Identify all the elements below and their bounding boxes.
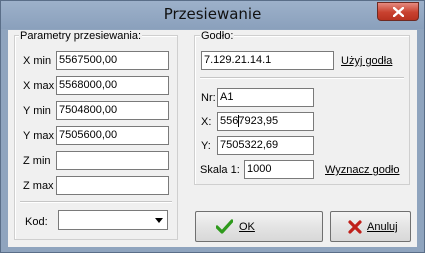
window-title: Przesiewanie: [163, 5, 262, 23]
cancel-button[interactable]: Anuluj: [330, 211, 411, 242]
z-max-label: Z max: [23, 180, 54, 192]
kod-select[interactable]: [58, 210, 168, 230]
close-icon: [393, 7, 404, 17]
cancel-button-label: Anuluj: [367, 221, 398, 233]
checkmark-icon: [216, 219, 233, 234]
text-cursor: [238, 115, 239, 127]
x-max-input[interactable]: 5568000,00: [56, 76, 169, 95]
y-max-input[interactable]: 7505600,00: [56, 126, 169, 145]
dialog-body: Parametry przesiewania: X min 5567500,00…: [8, 30, 417, 247]
godlo-separator: [200, 77, 404, 79]
close-button[interactable]: [377, 2, 419, 21]
kod-label: Kod:: [25, 216, 48, 228]
y-min-input[interactable]: 7504800,00: [56, 101, 169, 120]
x-max-label: X max: [23, 80, 55, 92]
godlo-group-label: Godło:: [200, 30, 235, 42]
y-min-label: Y min: [23, 105, 51, 117]
x-coord-input[interactable]: 5567923,95: [217, 112, 314, 131]
z-max-input[interactable]: [56, 176, 169, 195]
godlo-input[interactable]: 7.129.21.14.1: [201, 51, 334, 70]
z-min-input[interactable]: [56, 151, 169, 170]
use-godlo-button[interactable]: Użyj godła: [341, 55, 392, 67]
z-min-label: Z min: [23, 155, 51, 167]
y-coord-label: Y:: [201, 140, 211, 152]
params-group-label: Parametry przesiewania:: [19, 30, 143, 42]
ok-button-label: OK: [239, 221, 255, 233]
x-coord-label: X:: [201, 116, 212, 128]
skala-label: Skala 1:: [200, 164, 240, 176]
nr-label: Nr:: [201, 92, 216, 104]
wyznacz-godlo-button[interactable]: Wyznacz godło: [325, 164, 400, 176]
ok-button[interactable]: OK: [195, 211, 323, 242]
skala-input[interactable]: 1000: [244, 160, 314, 179]
y-max-label: Y max: [23, 130, 54, 142]
x-min-label: X min: [23, 55, 52, 67]
x-min-input[interactable]: 5567500,00: [56, 51, 169, 70]
x-mark-icon: [348, 220, 362, 234]
params-separator: [20, 201, 172, 203]
title-bar[interactable]: Przesiewanie: [1, 1, 424, 29]
dialog-window: Przesiewanie Parametry przesiewania: X m…: [0, 0, 425, 253]
chevron-down-icon: [155, 218, 163, 223]
nr-input[interactable]: A1: [217, 88, 314, 107]
y-coord-input[interactable]: 7505322,69: [217, 136, 314, 155]
